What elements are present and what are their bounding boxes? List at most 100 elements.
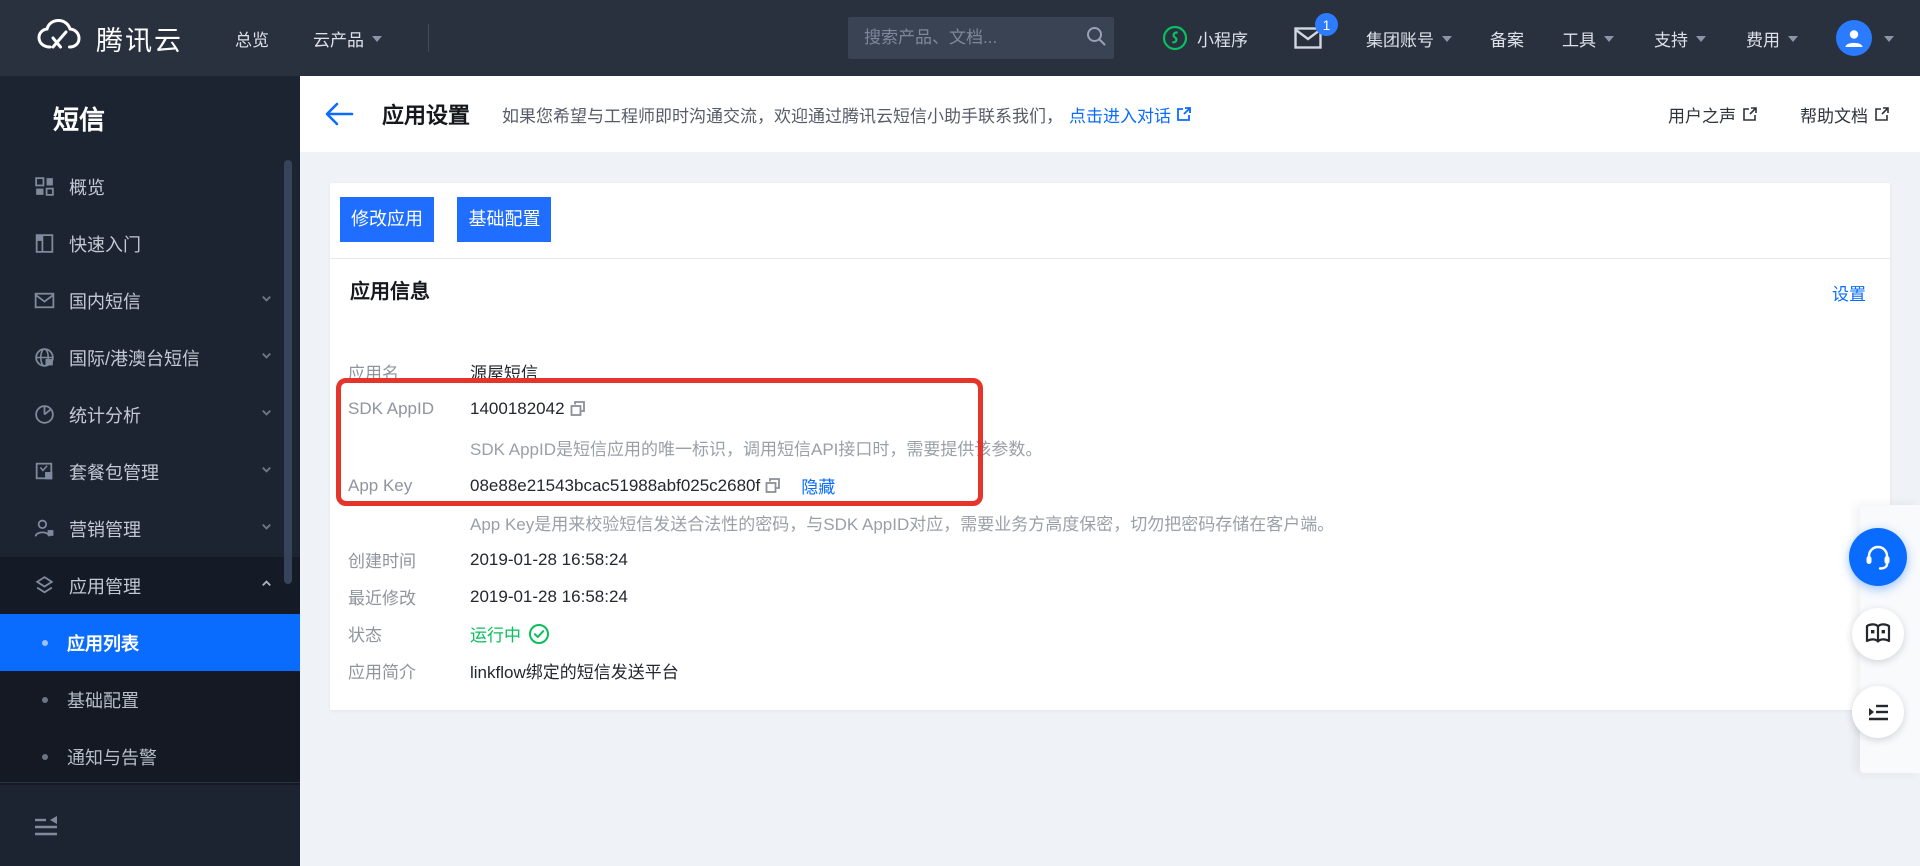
- brand-name: 腾讯云: [96, 25, 183, 56]
- chevron-down-icon: [259, 404, 274, 425]
- tencent-cloud-logo[interactable]: 腾讯云: [36, 18, 183, 59]
- top-navbar: 腾讯云 总览 云产品 小程序 1: [0, 0, 1920, 76]
- field-app-intro: 应用简介 linkflow绑定的短信发送平台: [348, 663, 679, 682]
- content-area: 修改应用 基础配置 应用信息 设置 应用名 源屋短信 SDK AppID 140…: [300, 152, 1920, 866]
- sidebar-footer: [0, 782, 300, 866]
- avatar[interactable]: [1836, 20, 1872, 56]
- section-title: 应用信息: [350, 281, 430, 303]
- sidebar-item-stats[interactable]: 统计分析: [0, 386, 300, 443]
- field-app-name: 应用名 源屋短信: [348, 364, 538, 383]
- customer-service-button[interactable]: [1849, 528, 1907, 586]
- nav-mini-program[interactable]: 小程序: [1162, 25, 1248, 51]
- sidebar-item-notify-alert[interactable]: 通知与告警: [0, 728, 300, 785]
- page-description: 如果您希望与工程师即时沟通交流，欢迎通过腾讯云短信小助手联系我们，: [502, 106, 1064, 126]
- bullet-dot-icon: [42, 639, 48, 646]
- field-created-at: 创建时间 2019-01-28 16:58:24: [348, 549, 628, 572]
- chevron-up-icon: [259, 575, 274, 596]
- field-app-key: App Key 08e88e21543bcac51988abf025c2680f…: [348, 467, 1870, 504]
- nav-divider: [428, 24, 429, 52]
- field-sdk-appid: SDK AppID 1400182042: [348, 390, 1870, 427]
- search-input[interactable]: [864, 28, 1085, 48]
- nav-tools[interactable]: 工具: [1562, 26, 1614, 51]
- sidebar-group-app-mgmt: 应用管理 应用列表 基础配置 通知与告警: [0, 557, 300, 785]
- sidebar-item-intl-sms[interactable]: 国际/港澳台短信: [0, 329, 300, 386]
- guide-icon: [33, 232, 56, 255]
- user-avatar-icon: [1845, 30, 1863, 47]
- page-header: 应用设置 如果您希望与工程师即时沟通交流，欢迎通过腾讯云短信小助手联系我们， 点…: [300, 76, 1920, 152]
- chevron-down-icon: [259, 290, 274, 311]
- app-key-help: App Key是用来校验短信发送合法性的密码，与SDK AppID对应，需要业务…: [470, 515, 1335, 534]
- sidebar-item-package-mgmt[interactable]: 套餐包管理: [0, 443, 300, 500]
- nav-beian[interactable]: 备案: [1490, 26, 1524, 51]
- chevron-down-icon: [259, 461, 274, 482]
- nav-cloud-products[interactable]: 云产品: [313, 26, 382, 51]
- hide-app-key-link[interactable]: 隐藏: [801, 473, 835, 498]
- search-box[interactable]: [848, 17, 1114, 59]
- nav-messages[interactable]: 1: [1294, 13, 1338, 49]
- open-book-icon: [1865, 623, 1891, 643]
- cloud-logo-icon: [36, 18, 82, 59]
- chevron-down-icon: [1696, 36, 1706, 42]
- chevron-down-icon: [1788, 36, 1798, 42]
- sidebar-item-overview[interactable]: 概览: [0, 158, 300, 215]
- sidebar-item-basic-config[interactable]: 基础配置: [0, 671, 300, 728]
- headset-icon: [1866, 545, 1890, 570]
- bullet-dot-icon: [42, 696, 48, 703]
- quick-nav-button[interactable]: [1852, 686, 1904, 738]
- layers-icon: [33, 574, 56, 597]
- app-info-fields: 应用名 源屋短信 SDK AppID 1400182042 SDK AppID是…: [348, 353, 1870, 689]
- basic-config-button[interactable]: 基础配置: [457, 197, 552, 242]
- search-icon[interactable]: [1085, 25, 1107, 52]
- chevron-down-icon: [1604, 36, 1614, 42]
- app-info-card: 修改应用 基础配置 应用信息 设置 应用名 源屋短信 SDK AppID 140…: [330, 183, 1890, 710]
- page-title: 应用设置: [382, 103, 471, 128]
- sdk-appid-help: SDK AppID是短信应用的唯一标识，调用短信API接口时，需要提供该参数。: [470, 439, 1043, 459]
- sidebar-product-title: 短信: [53, 105, 106, 135]
- external-link-icon: [1743, 107, 1757, 121]
- field-modified-at: 最近修改 2019-01-28 16:58:24: [348, 586, 628, 609]
- sidebar-item-quickstart[interactable]: 快速入门: [0, 215, 300, 272]
- settings-link[interactable]: 设置: [1832, 280, 1866, 305]
- chevron-down-icon: [1442, 36, 1452, 42]
- external-link-icon: [1177, 107, 1191, 121]
- account-chevron-down-icon[interactable]: [1884, 36, 1894, 42]
- sidebar-item-domestic-sms[interactable]: 国内短信: [0, 272, 300, 329]
- chevron-down-icon: [259, 518, 274, 539]
- user-icon: [33, 517, 56, 540]
- bullet-dot-icon: [42, 753, 48, 760]
- mini-program-icon: [1162, 25, 1188, 51]
- sidebar-menu: 概览 快速入门 国内短信 国际/港澳台短信 统计分析 套餐包管理 营销管理 应用…: [0, 158, 300, 785]
- card-divider: [330, 258, 1890, 259]
- chevron-down-icon: [372, 36, 382, 42]
- back-button[interactable]: [324, 101, 354, 127]
- sidebar: 短信 概览 快速入门 国内短信 国际/港澳台短信 统计分析 套餐包管理 营销管理…: [0, 76, 300, 866]
- chevron-down-icon: [259, 347, 274, 368]
- package-icon: [33, 460, 56, 483]
- nav-group-account[interactable]: 集团账号: [1366, 26, 1452, 51]
- nav-overview[interactable]: 总览: [235, 26, 269, 51]
- sidebar-scrollbar[interactable]: [284, 160, 292, 584]
- mail-icon: [33, 289, 56, 312]
- collapse-sidebar-icon[interactable]: [33, 814, 59, 836]
- modify-app-button[interactable]: 修改应用: [340, 197, 434, 242]
- message-count-badge: 1: [1315, 13, 1338, 36]
- sidebar-item-app-mgmt[interactable]: 应用管理: [0, 557, 300, 614]
- list-arrow-icon: [1869, 704, 1888, 721]
- pie-chart-icon: [33, 403, 56, 426]
- docs-button[interactable]: [1852, 608, 1904, 660]
- copy-icon[interactable]: [764, 477, 781, 494]
- sidebar-item-app-list[interactable]: 应用列表: [0, 614, 300, 671]
- user-voice-link[interactable]: 用户之声: [1668, 102, 1758, 127]
- nav-billing[interactable]: 费用: [1746, 26, 1798, 51]
- field-status: 状态 运行中: [348, 615, 1870, 652]
- globe-icon: [33, 346, 56, 369]
- nav-support[interactable]: 支持: [1654, 26, 1706, 51]
- enter-chat-link[interactable]: 点击进入对话: [1069, 102, 1192, 127]
- check-circle-icon: [529, 623, 549, 644]
- grid-icon: [33, 175, 56, 198]
- status-badge: 运行中: [470, 626, 521, 645]
- sidebar-item-marketing-mgmt[interactable]: 营销管理: [0, 500, 300, 557]
- copy-icon[interactable]: [569, 400, 586, 417]
- external-link-icon: [1875, 107, 1889, 121]
- help-docs-link[interactable]: 帮助文档: [1800, 102, 1890, 127]
